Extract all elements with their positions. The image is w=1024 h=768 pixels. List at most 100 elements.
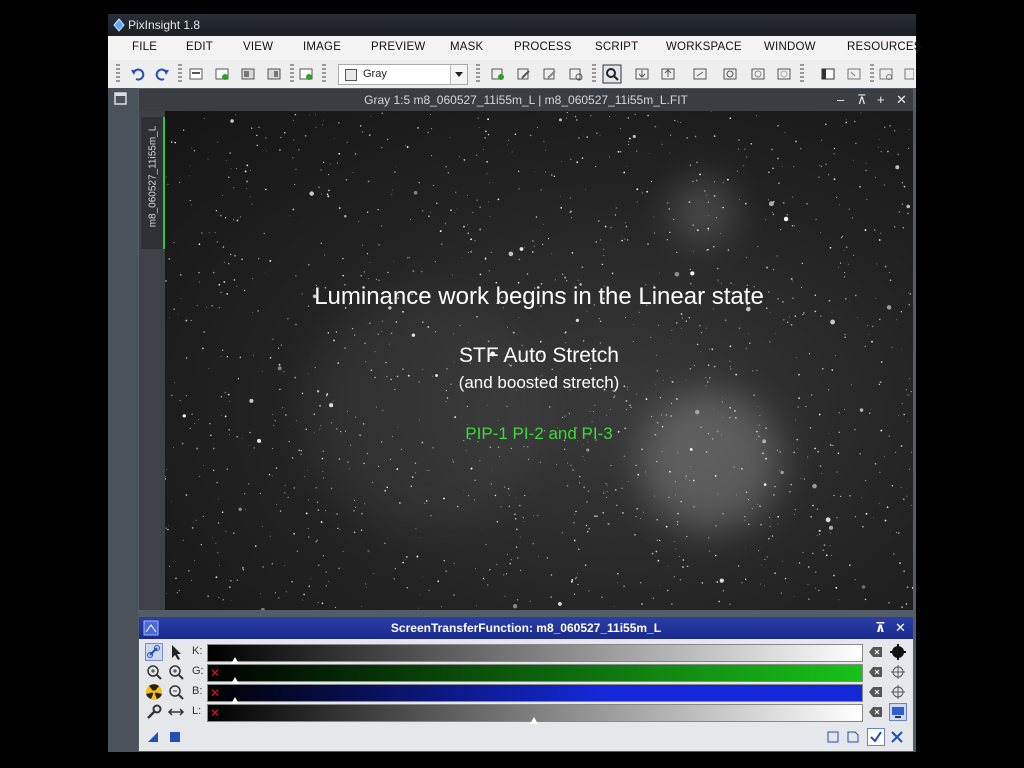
menu-workspace[interactable]: WORKSPACE [666, 41, 742, 53]
toolbar-grip[interactable] [592, 64, 596, 84]
auto-stretch-icon[interactable] [889, 643, 907, 661]
wrench-icon[interactable] [145, 703, 163, 721]
toolbar-grip[interactable] [178, 64, 182, 84]
close-image-icon[interactable] [240, 66, 256, 82]
reset-channel-icon[interactable] [867, 683, 885, 701]
stf-g-bar[interactable]: ✕ [207, 664, 863, 684]
stf-k-bar[interactable] [207, 644, 863, 664]
image-identifier-tab[interactable]: m8_060527_11i55m_L [141, 117, 165, 249]
auto-stretch-radiation-icon[interactable] [145, 683, 163, 701]
menu-script[interactable]: SCRIPT [595, 41, 638, 53]
delete-preview-icon[interactable] [568, 66, 584, 82]
crosshair-icon[interactable] [889, 663, 907, 681]
stf-panel: K: G: ✕ B: ✕ L: ✕ [139, 639, 913, 751]
toolbar-grip[interactable] [290, 64, 294, 84]
minimize-icon[interactable]: – [837, 92, 844, 107]
history-icon[interactable] [878, 66, 894, 82]
maximize-workspace-icon[interactable] [114, 92, 128, 106]
crosshair-icon[interactable] [889, 683, 907, 701]
app-titlebar: PixInsight 1.8 [108, 14, 916, 36]
monitor-icon[interactable] [889, 703, 907, 721]
image-identifier-label: m8_060527_11i55m_L [147, 125, 159, 228]
maximize-icon[interactable]: + [877, 92, 885, 107]
toolbar-grip[interactable] [116, 64, 120, 84]
pixinsight-logo-icon [113, 18, 125, 32]
stf-channel-row: L: ✕ [139, 702, 913, 724]
shade-icon[interactable]: ⊼ [875, 620, 886, 636]
overlay-note: (and boosted stretch) [458, 373, 620, 392]
edit-mode-icon[interactable] [167, 643, 185, 661]
channel-label: B: [192, 685, 203, 697]
link-channels-icon[interactable] [145, 643, 163, 661]
stf-l-bar[interactable]: ✕ [207, 704, 863, 724]
track-view-icon[interactable] [847, 731, 859, 743]
image-info-icon[interactable] [188, 66, 204, 82]
reset-channel-icon[interactable] [867, 663, 885, 681]
undo-icon[interactable] [130, 66, 146, 82]
close-icon[interactable]: ✕ [895, 620, 906, 636]
browse-docs-icon[interactable] [827, 731, 839, 743]
main-toolbar: Gray [108, 60, 916, 89]
menu-edit[interactable]: EDIT [186, 41, 213, 53]
color-space-select[interactable]: Gray [338, 64, 468, 85]
edit-preview-icon[interactable] [516, 66, 532, 82]
zoom-preview-icon[interactable] [602, 64, 622, 84]
menu-file[interactable]: FILE [132, 41, 157, 53]
menu-view[interactable]: VIEW [243, 41, 273, 53]
export-icon[interactable] [660, 66, 676, 82]
menu-image[interactable]: IMAGE [303, 41, 341, 53]
toolbar-grip[interactable] [870, 64, 874, 84]
stf-titlebar[interactable]: ScreenTransferFunction: m8_060527_11i55m… [139, 617, 913, 639]
new-instance-icon[interactable] [147, 731, 159, 743]
clone-preview-icon[interactable] [542, 66, 558, 82]
explorer-icon[interactable] [820, 66, 836, 82]
reset-channel-icon[interactable] [867, 643, 885, 661]
redo-icon[interactable] [154, 66, 170, 82]
color-space-value: Gray [363, 68, 387, 80]
horizontal-arrows-icon[interactable] [167, 703, 185, 721]
import-icon[interactable] [634, 66, 650, 82]
gray-swatch-icon [345, 69, 357, 81]
new-preview-icon[interactable] [298, 66, 314, 82]
menu-mask[interactable]: MASK [450, 41, 483, 53]
duplicate-image-icon[interactable] [266, 66, 282, 82]
shade-icon[interactable]: ⊼ [857, 92, 867, 108]
menu-preview[interactable]: PREVIEW [371, 41, 425, 53]
channel-label: K: [192, 645, 203, 657]
reset-icon[interactable] [692, 66, 708, 82]
workspace-side-strip [108, 88, 156, 752]
menu-process[interactable]: PROCESS [514, 41, 572, 53]
stf-channel-row: G: ✕ [139, 662, 913, 684]
stf-channel-row: B: ✕ [139, 682, 913, 704]
apply-checkmark-icon[interactable] [867, 728, 885, 746]
apply-global-icon[interactable] [169, 731, 181, 743]
reset-all-icon[interactable] [891, 731, 903, 743]
close-icon[interactable]: ✕ [896, 92, 907, 108]
channel-label: L: [192, 705, 202, 717]
mask-show-icon[interactable] [722, 66, 738, 82]
clip-marker-icon: ✕ [210, 666, 221, 680]
zoom-in-icon[interactable] [145, 663, 163, 681]
mask-enable-icon[interactable] [776, 66, 792, 82]
toolbar-grip[interactable] [800, 64, 804, 84]
process-console-icon[interactable] [846, 66, 862, 82]
chevron-down-icon[interactable] [450, 65, 467, 84]
clip-marker-icon: ✕ [210, 706, 221, 720]
reset-channel-icon[interactable] [867, 703, 885, 721]
stf-channel-row: K: [139, 642, 913, 664]
menu-resources[interactable]: RESOURCES [847, 41, 922, 53]
stf-b-bar[interactable]: ✕ [207, 684, 863, 704]
image-window-titlebar[interactable]: Gray 1:5 m8_060527_11i55m_L | m8_060527_… [139, 89, 913, 111]
mask-invert-icon[interactable] [750, 66, 766, 82]
zoom-in-alt-icon[interactable] [167, 663, 185, 681]
overflow-icon[interactable] [904, 66, 914, 82]
zoom-out-icon[interactable] [167, 683, 185, 701]
channel-label: G: [192, 665, 204, 677]
new-image-icon[interactable] [214, 66, 230, 82]
add-star-icon[interactable] [490, 66, 506, 82]
menu-window[interactable]: WINDOW [764, 41, 816, 53]
toolbar-grip[interactable] [476, 64, 480, 84]
toolbar-grip[interactable] [322, 64, 326, 84]
image-canvas[interactable]: Luminance work begins in the Linear stat… [165, 111, 913, 610]
midtones-marker[interactable] [530, 717, 538, 724]
